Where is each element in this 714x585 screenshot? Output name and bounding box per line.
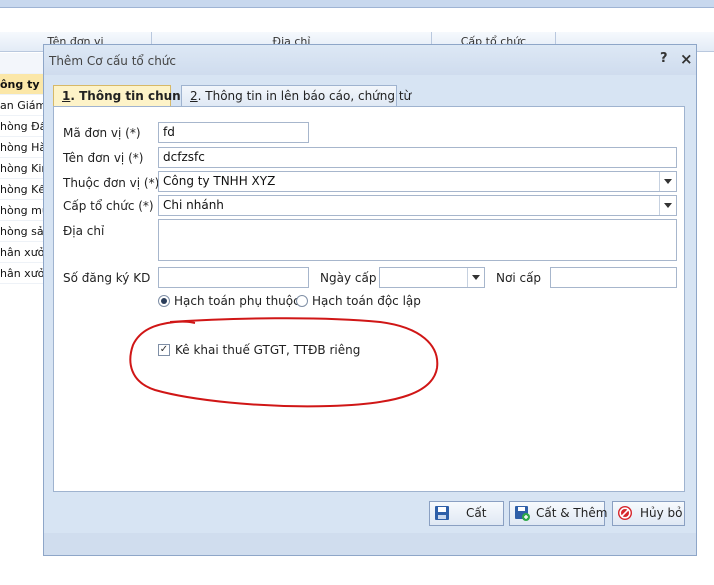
annotation-stroke (129, 317, 439, 408)
red-annotation-circle (129, 317, 439, 408)
